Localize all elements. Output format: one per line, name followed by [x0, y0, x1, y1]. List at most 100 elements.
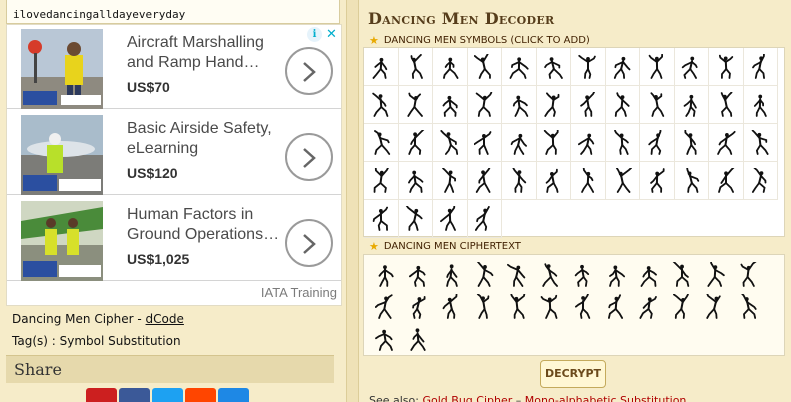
- dancing-man-symbol[interactable]: [605, 48, 640, 86]
- dancing-man-symbol[interactable]: [743, 48, 778, 86]
- dancing-man-symbol[interactable]: [571, 86, 606, 124]
- ciphertext-symbol: [566, 259, 599, 291]
- ciphertext-symbol: [401, 259, 434, 291]
- symbols-grid: [364, 48, 784, 238]
- dancing-man-symbol[interactable]: [398, 162, 433, 200]
- ad-price: US$70: [127, 79, 170, 95]
- dancing-man-symbol[interactable]: [536, 162, 571, 200]
- dancing-man-symbol[interactable]: [571, 124, 606, 162]
- dancing-man-symbol[interactable]: [674, 86, 709, 124]
- dancing-man-symbol[interactable]: [467, 124, 502, 162]
- dancing-man-symbol[interactable]: [743, 162, 778, 200]
- dancing-man-symbol[interactable]: [467, 86, 502, 124]
- dancing-man-symbol[interactable]: [433, 86, 468, 124]
- dancing-man-symbol[interactable]: [605, 124, 640, 162]
- dancing-man-symbol[interactable]: [743, 124, 778, 162]
- dancing-man-symbol[interactable]: [743, 86, 778, 124]
- ciphertext-input[interactable]: [363, 254, 785, 356]
- reddit-icon[interactable]: [185, 388, 216, 402]
- ad-thumbnail-human-factors[interactable]: [21, 201, 103, 281]
- dancing-man-symbol[interactable]: [709, 48, 744, 86]
- dancing-man-symbol[interactable]: [571, 48, 606, 86]
- dancing-man-symbol[interactable]: [640, 162, 675, 200]
- ciphertext-symbol: [566, 291, 599, 323]
- ciphertext-symbol: [467, 259, 500, 291]
- dancing-man-symbol[interactable]: [502, 86, 537, 124]
- dancing-man-symbol[interactable]: [364, 48, 399, 86]
- ad-item[interactable]: Aircraft Marshalling and Ramp Hand… US$7…: [7, 25, 341, 109]
- plaintext-display: ilovedancingalldayeveryday: [6, 0, 340, 24]
- dancing-man-symbol[interactable]: [674, 124, 709, 162]
- dancing-man-symbol[interactable]: [605, 86, 640, 124]
- ad-thumbnail-airside[interactable]: [21, 115, 103, 195]
- ciphertext-symbol: [599, 291, 632, 323]
- ciphertext-symbol: [599, 259, 632, 291]
- dancing-man-symbol[interactable]: [433, 124, 468, 162]
- dancing-man-symbol[interactable]: [709, 162, 744, 200]
- share-title: Share: [14, 360, 62, 379]
- dancing-man-symbol[interactable]: [364, 162, 399, 200]
- star-icon: ★: [369, 34, 379, 47]
- dancing-man-symbol[interactable]: [502, 162, 537, 200]
- chevron-right-icon: [303, 234, 316, 254]
- ad-next-button[interactable]: [285, 133, 333, 181]
- dancing-man-symbol[interactable]: [709, 86, 744, 124]
- dancing-man-symbol[interactable]: [640, 48, 675, 86]
- dancing-man-symbol[interactable]: [605, 162, 640, 200]
- ad-item[interactable]: Basic Airside Safety, eLearning US$120: [7, 111, 341, 195]
- ad-panel[interactable]: i ✕ Aircraft Marshalling and Ramp Hand… …: [6, 24, 342, 306]
- dancing-man-symbol[interactable]: [467, 48, 502, 86]
- dancing-man-symbol[interactable]: [536, 124, 571, 162]
- ciphertext-symbol: [632, 291, 665, 323]
- dancing-man-symbol[interactable]: [571, 162, 606, 200]
- tags-line: Tag(s) : Symbol Substitution: [12, 334, 181, 348]
- dancing-man-symbol[interactable]: [709, 124, 744, 162]
- decrypt-button[interactable]: DECRYPT: [540, 360, 606, 388]
- dancing-man-symbol[interactable]: [398, 48, 433, 86]
- dancing-man-symbol[interactable]: [433, 48, 468, 86]
- dancing-man-symbol[interactable]: [467, 162, 502, 200]
- see-also-link[interactable]: Gold Bug Cipher: [422, 394, 512, 402]
- chevron-right-icon: [303, 148, 316, 168]
- dancing-man-symbol[interactable]: [640, 86, 675, 124]
- ciphertext-symbol: [665, 259, 698, 291]
- dancing-man-symbol[interactable]: [536, 86, 571, 124]
- facebook-icon[interactable]: [119, 388, 150, 402]
- ad-brand[interactable]: IATA Training: [261, 285, 337, 300]
- dancing-man-symbol[interactable]: [364, 200, 399, 238]
- youtube-icon[interactable]: [86, 388, 117, 402]
- ciphertext-symbol: [632, 259, 665, 291]
- ciphertext-symbol: [401, 291, 434, 323]
- dancing-man-symbol[interactable]: [674, 162, 709, 200]
- dancing-man-symbol[interactable]: [398, 200, 433, 238]
- dancing-man-symbol[interactable]: [640, 124, 675, 162]
- dancing-man-symbol[interactable]: [536, 48, 571, 86]
- ad-thumbnail-marshalling[interactable]: [21, 29, 103, 109]
- see-also-link[interactable]: Mono-alphabetic Substitution: [525, 394, 687, 402]
- dancing-man-symbol[interactable]: [433, 200, 468, 238]
- ad-item[interactable]: Human Factors in Ground Operations… US$1…: [7, 197, 341, 281]
- dcode-link[interactable]: dCode: [146, 312, 184, 326]
- dancing-man-symbol[interactable]: [674, 48, 709, 86]
- ciphertext-symbol: [467, 291, 500, 323]
- star-icon: ★: [369, 240, 379, 253]
- dancing-man-symbol[interactable]: [467, 200, 502, 238]
- ad-next-button[interactable]: [285, 219, 333, 267]
- ad-title[interactable]: Aircraft Marshalling and Ramp Hand…: [127, 33, 287, 73]
- ciphertext-symbol: [500, 291, 533, 323]
- decoder-title: Dancing Men Decoder: [368, 9, 555, 28]
- dancing-man-symbol[interactable]: [398, 124, 433, 162]
- dancing-man-symbol[interactable]: [398, 86, 433, 124]
- ciphertext-symbol: [533, 259, 566, 291]
- ad-title[interactable]: Human Factors in Ground Operations…: [127, 205, 287, 245]
- ad-title[interactable]: Basic Airside Safety, eLearning: [127, 119, 287, 159]
- dancing-man-symbol[interactable]: [364, 124, 399, 162]
- email-icon[interactable]: [218, 388, 249, 402]
- cipher-credit: Dancing Men Cipher - dCode: [12, 312, 184, 326]
- twitter-icon[interactable]: [152, 388, 183, 402]
- dancing-man-symbol[interactable]: [433, 162, 468, 200]
- dancing-man-symbol[interactable]: [502, 124, 537, 162]
- ad-next-button[interactable]: [285, 47, 333, 95]
- dancing-man-symbol[interactable]: [364, 86, 399, 124]
- dancing-man-symbol[interactable]: [502, 48, 537, 86]
